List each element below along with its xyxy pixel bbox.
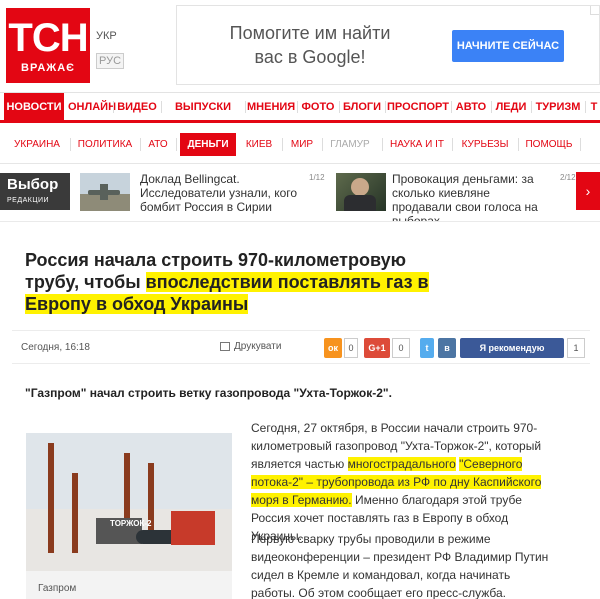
article-headline: Россия начала строить 970-километровую т… [25, 249, 445, 315]
subnav-divider [322, 138, 323, 151]
print-icon[interactable] [220, 342, 230, 351]
facebook-count: 1 [567, 338, 585, 358]
nav-divider [451, 101, 452, 113]
ad-choices-icon[interactable] [590, 6, 599, 15]
subnav-item-world[interactable]: МИР [287, 133, 317, 156]
photo-caption: Газпром [26, 571, 232, 599]
print-link[interactable]: Друкувати [234, 341, 281, 352]
truck-image [171, 511, 215, 545]
article-photo[interactable]: ТОРЖОК-2 [26, 433, 232, 571]
article-paragraph-2: Первую сварку трубы проводили в режиме в… [251, 532, 549, 599]
nav-item-prosport[interactable]: ПРОСПОРТ [387, 93, 449, 121]
tsn-logo[interactable]: ТСН ВРАЖАЄ [6, 8, 90, 83]
twitter-share-icon[interactable]: t [420, 338, 434, 358]
editors-choice-badge: Выбор РЕДАКЦИИ [0, 173, 70, 210]
odnoklassniki-count: 0 [344, 338, 358, 358]
nav-divider [161, 101, 162, 113]
choice-count-2: 2/12 [560, 173, 576, 182]
subnav-item-curiosities[interactable]: КУРЬЕЗЫ [457, 133, 513, 156]
nav-divider [491, 101, 492, 113]
person-image [351, 178, 369, 196]
crane-image [72, 473, 78, 553]
subnav-divider [382, 138, 383, 151]
google-plus-share-button[interactable]: G+1 [364, 338, 390, 358]
subnav-divider [282, 138, 283, 151]
logo-main-text: ТСН [8, 16, 88, 60]
nav-item-opinions[interactable]: МНЕНИЯ [247, 93, 295, 121]
nav-item-photo[interactable]: ФОТО [299, 93, 337, 121]
lang-rus-link[interactable]: РУС [96, 53, 125, 69]
p1-highlight-1: многострадального [347, 457, 456, 471]
vk-share-icon[interactable]: в [438, 338, 456, 358]
photo-sign: ТОРЖОК-2 [110, 519, 152, 528]
ad-text: Помогите им найти вас в Google! [229, 23, 391, 67]
article: Россия начала строить 970-километровую т… [0, 221, 600, 599]
choice-title-1[interactable]: Доклад Bellingcat. Исследователи узнали,… [140, 172, 300, 214]
nav-divider [385, 101, 386, 113]
crane-image [48, 443, 54, 553]
choice-thumb-1[interactable] [80, 173, 130, 211]
nav-item-truncated[interactable]: Т [588, 93, 600, 121]
subnav-item-money[interactable]: ДЕНЬГИ [180, 133, 236, 156]
subnav-item-science-it[interactable]: НАУКА И IT [387, 133, 447, 156]
subnav-divider [580, 138, 581, 151]
logo-sub-text: ВРАЖАЄ [21, 62, 75, 74]
section-navigation: УКРАИНА ПОЛИТИКА АТО ДЕНЬГИ КИЕВ МИР ГЛА… [0, 126, 600, 164]
nav-divider [245, 101, 246, 113]
choice-title-2[interactable]: Провокация деньгами: за сколько киевляне… [392, 172, 542, 228]
choice-thumb-2[interactable] [336, 173, 386, 211]
nav-item-online[interactable]: ОНЛАЙН [68, 93, 116, 121]
subnav-item-ato[interactable]: АТО [144, 133, 172, 156]
nav-item-news[interactable]: НОВОСТИ [4, 93, 64, 121]
subnav-item-politics[interactable]: ПОЛИТИКА [74, 133, 136, 156]
subnav-divider [140, 138, 141, 151]
badge-title: Выбор [7, 176, 59, 193]
nav-divider [339, 101, 340, 113]
person-body [344, 195, 376, 211]
subnav-divider [70, 138, 71, 151]
subnav-item-kyiv[interactable]: КИЕВ [244, 133, 274, 156]
subnav-item-help[interactable]: ПОМОЩЬ [523, 133, 575, 156]
nav-item-auto[interactable]: АВТО [453, 93, 489, 121]
next-arrow-icon[interactable]: › [576, 172, 600, 210]
photo-caption-text: Газпром [38, 583, 77, 594]
google-ad-banner[interactable]: Помогите им найти вас в Google! НАЧНИТЕ … [176, 5, 600, 85]
lang-ukr-link[interactable]: УКР [96, 30, 117, 42]
nav-item-tourism[interactable]: ТУРИЗМ [533, 93, 583, 121]
nav-item-tsn-releases[interactable]: ВЫПУСКИ ТСН [163, 93, 243, 141]
article-lead: "Газпром" начал строить ветку газопровод… [25, 386, 392, 400]
nav-item-lady[interactable]: ЛЕДИ [493, 93, 529, 121]
subnav-divider [518, 138, 519, 151]
article-meta-bar: Сегодня, 16:18 Друкувати ок 0 G+1 0 t в … [12, 330, 590, 364]
main-navigation: НОВОСТИ ОНЛАЙН ВИДЕО ВЫПУСКИ ТСН МНЕНИЯ … [0, 92, 600, 141]
site-header: ТСН ВРАЖАЄ УКР РУС Помогите им найти вас… [0, 0, 600, 92]
nav-divider [585, 101, 586, 113]
plane-image [88, 184, 120, 200]
nav-divider [297, 101, 298, 113]
subnav-item-ukraine[interactable]: УКРАИНА [8, 133, 66, 156]
nav-divider [531, 101, 532, 113]
subnav-item-glamour[interactable]: ГЛАМУР [327, 133, 373, 156]
badge-subtitle: РЕДАКЦИИ [7, 197, 50, 204]
google-plus-count: 0 [392, 338, 410, 358]
nav-item-blogs[interactable]: БЛОГИ [341, 93, 383, 121]
subnav-divider [176, 138, 177, 151]
subnav-divider [452, 138, 453, 151]
nav-item-video[interactable]: ВИДЕО [115, 93, 159, 121]
facebook-recommend-button[interactable]: Я рекомендую [460, 338, 564, 358]
ad-start-button[interactable]: НАЧНИТЕ СЕЙЧАС [452, 30, 564, 62]
odnoklassniki-share-icon[interactable]: ок [324, 338, 342, 358]
editors-choice-strip: Выбор РЕДАКЦИИ Доклад Bellingcat. Исслед… [0, 165, 600, 228]
article-paragraph-1: Сегодня, 27 октября, в России начали стр… [251, 419, 551, 545]
nav-divider [113, 101, 114, 113]
article-date: Сегодня, 16:18 [21, 342, 90, 353]
choice-count-1: 1/12 [309, 173, 325, 182]
